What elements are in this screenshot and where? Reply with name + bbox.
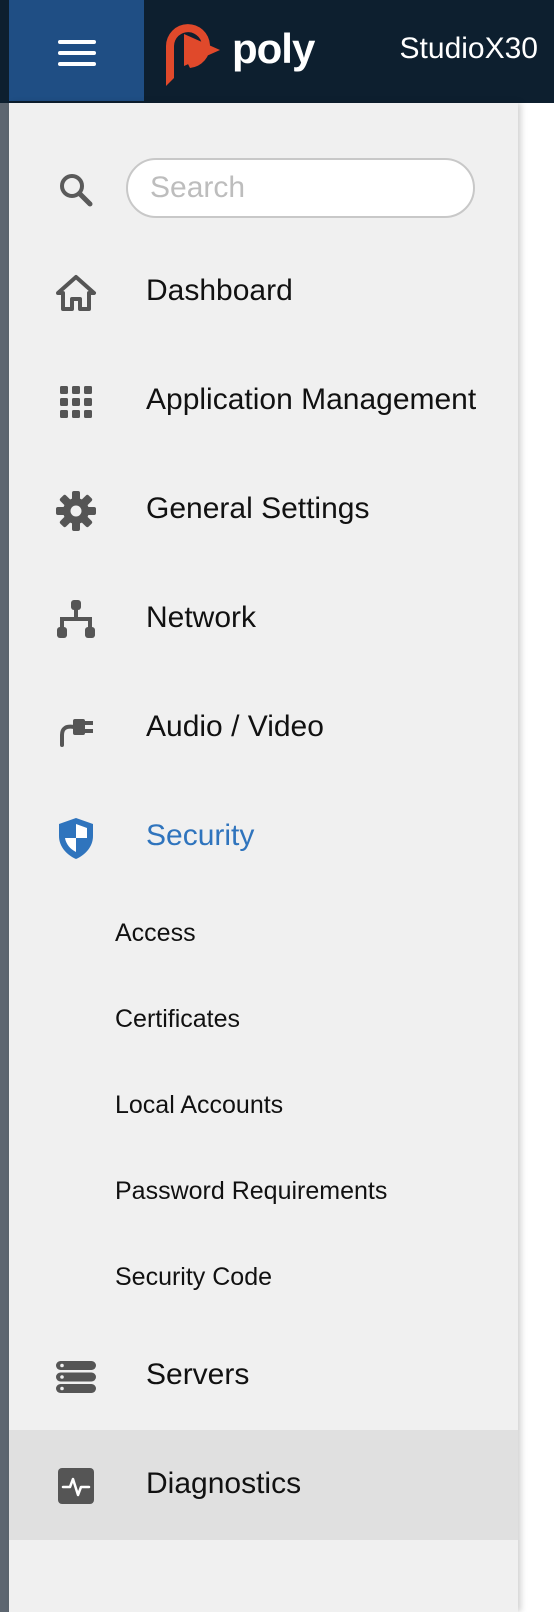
search-icon[interactable] bbox=[56, 170, 96, 210]
sidebar-item-label: Diagnostics bbox=[146, 1467, 302, 1500]
pulse-icon bbox=[53, 1463, 99, 1509]
security-subitem-password-requirements[interactable]: Password Requirements bbox=[9, 1150, 518, 1236]
subitem-label: Local Accounts bbox=[115, 1091, 284, 1119]
security-subitem-certificates[interactable]: Certificates bbox=[9, 978, 518, 1064]
sidebar-item-application-management[interactable]: Application Management bbox=[9, 346, 518, 456]
sidebar-item-label: Audio / Video bbox=[146, 710, 324, 743]
shield-icon bbox=[53, 815, 99, 861]
top-bar: poly StudioX30 bbox=[0, 0, 554, 103]
sidebar-item-label: Dashboard bbox=[146, 274, 293, 307]
subitem-label: Password Requirements bbox=[115, 1177, 388, 1205]
sidebar-item-label: Network bbox=[146, 601, 257, 634]
search-input[interactable] bbox=[126, 158, 475, 218]
gear-icon bbox=[53, 488, 99, 534]
sidebar-item-audio-video[interactable]: Audio / Video bbox=[9, 673, 518, 783]
sidebar-item-general-settings[interactable]: General Settings bbox=[9, 455, 518, 565]
security-subitem-access[interactable]: Access bbox=[9, 892, 518, 978]
server-icon bbox=[53, 1354, 99, 1400]
admin-page: poly StudioX30 Dashboard bbox=[0, 0, 554, 1612]
window-edge bbox=[0, 0, 9, 1612]
security-subitem-local-accounts[interactable]: Local Accounts bbox=[9, 1064, 518, 1150]
grid-icon bbox=[53, 379, 99, 425]
sidebar-item-network[interactable]: Network bbox=[9, 564, 518, 674]
search-row bbox=[9, 158, 518, 218]
sidebar-item-label: Application Management bbox=[146, 383, 477, 416]
menu-button[interactable] bbox=[9, 0, 144, 101]
subitem-label: Access bbox=[115, 919, 196, 947]
subitem-label: Certificates bbox=[115, 1005, 241, 1033]
subitem-label: Security Code bbox=[115, 1263, 273, 1291]
home-icon bbox=[53, 270, 99, 316]
device-model: StudioX30 bbox=[399, 32, 538, 65]
sidebar: Dashboard Application Management bbox=[9, 103, 518, 1612]
sidebar-item-label: Security bbox=[146, 819, 255, 852]
sidebar-item-diagnostics[interactable]: Diagnostics bbox=[9, 1430, 518, 1540]
security-subitem-security-code[interactable]: Security Code bbox=[9, 1236, 518, 1322]
sidebar-item-label: General Settings bbox=[146, 492, 370, 525]
brand-name: poly bbox=[232, 25, 315, 72]
plug-icon bbox=[53, 706, 99, 752]
network-icon bbox=[53, 597, 99, 643]
poly-logo: poly bbox=[164, 14, 334, 90]
poly-logo-mark-icon bbox=[166, 24, 220, 86]
sidebar-item-security[interactable]: Security bbox=[9, 782, 518, 892]
sidebar-item-label: Servers bbox=[146, 1358, 250, 1391]
sidebar-item-dashboard[interactable]: Dashboard bbox=[9, 237, 518, 347]
hamburger-menu-icon bbox=[58, 40, 96, 66]
sidebar-item-servers[interactable]: Servers bbox=[9, 1321, 518, 1431]
